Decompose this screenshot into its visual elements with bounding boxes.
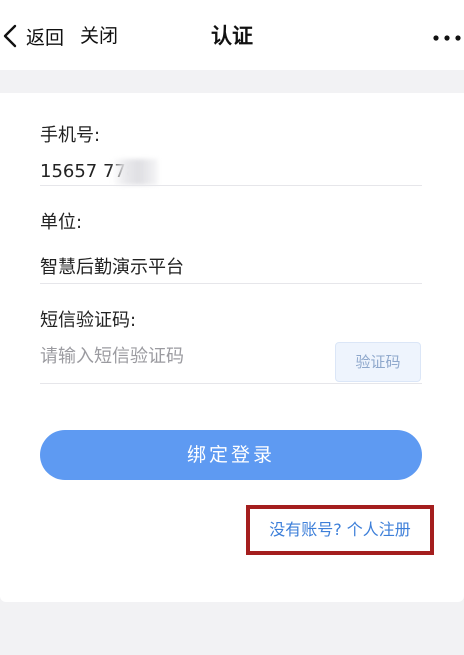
sms-code-input[interactable] (40, 342, 325, 370)
close-button[interactable]: 关闭 (80, 18, 118, 54)
phone-redaction-blur (112, 159, 158, 185)
get-code-button[interactable]: 验证码 (335, 342, 421, 382)
sms-code-label: 短信验证码: (40, 310, 137, 331)
register-highlight-box: 没有账号? 个人注册 (246, 505, 434, 555)
register-link[interactable]: 没有账号? 个人注册 (250, 509, 430, 551)
unit-divider (40, 283, 422, 284)
chevron-left-icon (0, 22, 22, 50)
sms-divider (40, 383, 422, 384)
phone-label: 手机号: (40, 125, 101, 146)
page-title: 认证 (211, 24, 253, 48)
auth-form-card: 手机号: 15657 778 单位: 智慧后勤演示平台 短信验证码: 验证码 绑… (0, 93, 464, 602)
back-button[interactable]: 返回 (0, 18, 64, 54)
top-navigation-bar: 返回 关闭 认证 (0, 0, 464, 70)
back-label: 返回 (26, 26, 65, 49)
bind-login-button[interactable]: 绑定登录 (40, 430, 422, 480)
unit-label: 单位: (40, 212, 83, 233)
more-options-button[interactable] (422, 18, 462, 54)
more-dots-icon (432, 27, 462, 46)
phone-divider (40, 185, 422, 186)
unit-value[interactable]: 智慧后勤演示平台 (40, 253, 184, 279)
